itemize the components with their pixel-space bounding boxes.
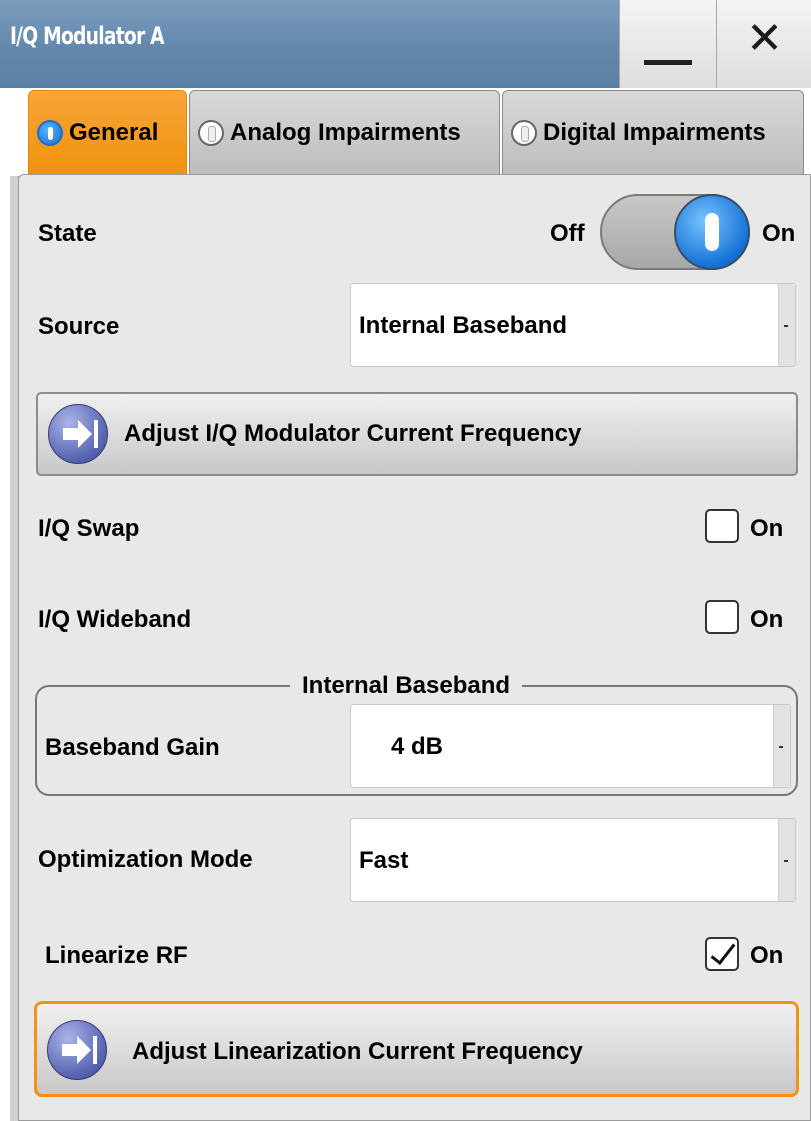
baseband-gain-label: Baseband Gain <box>45 734 220 761</box>
tab-bar: General Analog Impairments Digital Impai… <box>0 88 811 176</box>
dropdown-arrow-icon[interactable] <box>778 284 795 366</box>
toggle-knob-icon[interactable] <box>674 194 750 270</box>
baseband-gain-dropdown[interactable]: 4 dB <box>350 704 791 788</box>
baseband-gain-value: 4 dB <box>391 733 444 760</box>
adjust-iq-button-label: Adjust I/Q Modulator Current Frequency <box>124 420 582 447</box>
adjust-linearization-button[interactable]: Adjust Linearization Current Frequency <box>34 1001 799 1097</box>
internal-baseband-group-title: Internal Baseband <box>290 672 523 700</box>
tab-radio-icon <box>37 119 63 146</box>
source-value: Internal Baseband <box>359 312 568 339</box>
state-on-label: On <box>762 220 796 247</box>
linearize-rf-on-label: On <box>750 942 784 969</box>
optimization-mode-value: Fast <box>359 847 409 874</box>
optimization-mode-dropdown[interactable]: Fast <box>350 818 796 902</box>
tab-digital-impairments[interactable]: Digital Impairments <box>502 90 804 174</box>
tab-label: General <box>69 118 159 146</box>
minimize-button[interactable] <box>619 0 716 88</box>
dropdown-arrow-icon[interactable] <box>778 819 795 901</box>
linearize-rf-label: Linearize RF <box>45 942 188 969</box>
iq-wideband-checkbox[interactable] <box>705 600 739 634</box>
adjust-linearization-button-label: Adjust Linearization Current Frequency <box>132 1038 583 1065</box>
optimization-mode-label: Optimization Mode <box>38 846 253 873</box>
tab-general[interactable]: General <box>28 90 187 174</box>
iq-swap-label: I/Q Swap <box>38 515 140 542</box>
tab-analog-impairments[interactable]: Analog Impairments <box>189 90 500 174</box>
linearize-rf-checkbox[interactable] <box>705 937 739 971</box>
tab-label: Digital Impairments <box>543 118 766 146</box>
iq-wideband-on-label: On <box>750 606 784 633</box>
state-toggle[interactable] <box>600 194 750 270</box>
tab-label: Analog Impairments <box>230 118 461 146</box>
source-dropdown[interactable]: Internal Baseband <box>350 283 796 367</box>
title-area[interactable]: I/Q Modulator A <box>0 0 619 88</box>
close-icon: ✕ <box>746 13 783 64</box>
title-bar: I/Q Modulator A ✕ <box>0 0 811 88</box>
window-title: I/Q Modulator A <box>10 22 165 50</box>
iq-swap-checkbox[interactable] <box>705 509 739 543</box>
iq-modulator-window: I/Q Modulator A ✕ General Analog Impairm… <box>0 0 811 1121</box>
source-label: Source <box>38 313 120 340</box>
dropdown-arrow-icon[interactable] <box>773 705 790 787</box>
adjust-iq-modulator-button[interactable]: Adjust I/Q Modulator Current Frequency <box>36 392 798 476</box>
state-off-label: Off <box>550 220 585 247</box>
arrow-right-icon <box>47 1020 107 1080</box>
arrow-right-icon <box>48 404 108 464</box>
close-button[interactable]: ✕ <box>716 0 811 88</box>
tab-radio-icon <box>198 119 224 146</box>
iq-wideband-label: I/Q Wideband <box>38 606 192 633</box>
iq-swap-on-label: On <box>750 515 784 542</box>
state-label: State <box>38 220 97 247</box>
tab-radio-icon <box>511 119 537 146</box>
minimize-icon <box>644 60 692 65</box>
